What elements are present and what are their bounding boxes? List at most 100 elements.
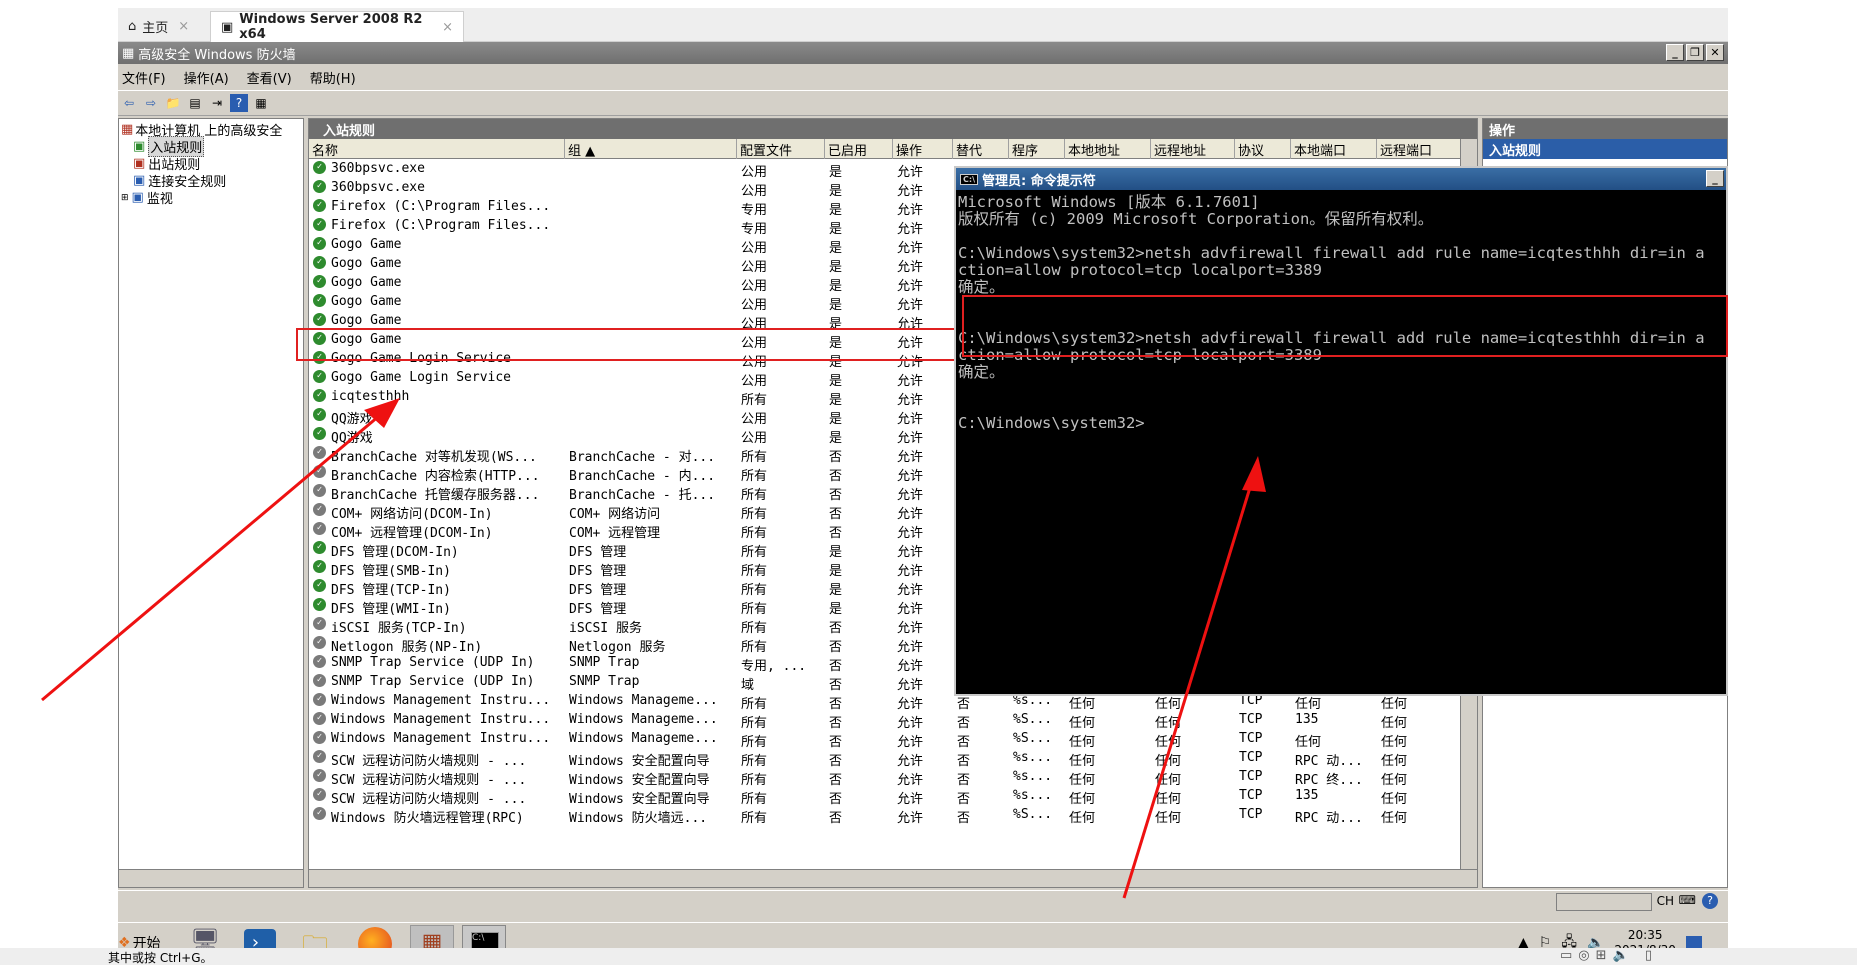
host-device-icons[interactable]: ▭◎⊞🔈 ▯ xyxy=(1560,948,1658,963)
vm-screen: ▦ 高级安全 Windows 防火墙 _ ❐ ✕ 文件(F) 操作(A) 查看(… xyxy=(118,42,1728,922)
cell-proto: TCP xyxy=(1239,712,1263,727)
tree-item-inbound[interactable]: ▣ 入站规则 xyxy=(133,136,205,157)
help-icon[interactable]: ? xyxy=(1702,893,1718,909)
col-enabled[interactable]: 已启用 xyxy=(825,139,893,159)
cell-profile: 公用 xyxy=(741,184,768,199)
cell-profile: 所有 xyxy=(741,621,768,636)
cell-profile: 专用 xyxy=(741,203,768,218)
enabled-check-icon: ✓ xyxy=(313,237,326,250)
cmd-line xyxy=(958,228,1724,245)
back-icon[interactable]: ⇦ xyxy=(120,94,138,112)
table-row[interactable]: ✓ SCW 远程访问防火墙规则 - ... Windows 安全配置向导 所有 否 允许 否… xyxy=(309,768,1477,788)
tree-item-outbound[interactable]: ▣ 出站规则 xyxy=(133,155,200,173)
cell-action: 允许 xyxy=(897,279,924,294)
enabled-check-icon: ✓ xyxy=(313,370,326,383)
enabled-check-icon: ✓ xyxy=(313,389,326,402)
cell-group: iSCSI 服务 xyxy=(569,621,642,636)
disabled-check-icon: ✓ xyxy=(313,788,326,801)
col-profile[interactable]: 配置文件 xyxy=(737,139,825,159)
tree-item-connection-security[interactable]: ▣ 连接安全规则 xyxy=(133,172,226,190)
cell-enabled: 是 xyxy=(829,545,843,560)
col-protocol[interactable]: 协议 xyxy=(1235,139,1291,159)
disabled-check-icon: ✓ xyxy=(313,446,326,459)
enabled-check-icon: ✓ xyxy=(313,541,326,554)
cell-name: SCW 远程访问防火墙规则 - ... xyxy=(331,773,527,788)
cell-action: 允许 xyxy=(897,602,924,617)
actions-section-inbound[interactable]: 入站规则 xyxy=(1483,139,1727,159)
col-local-port[interactable]: 本地端口 xyxy=(1291,139,1377,159)
enabled-check-icon: ✓ xyxy=(313,161,326,174)
expand-icon[interactable]: ⊞ xyxy=(121,193,129,203)
cell-name: QQ游戏 xyxy=(331,431,373,446)
cell-profile: 所有 xyxy=(741,602,768,617)
cell-enabled: 是 xyxy=(829,393,843,408)
up-folder-icon[interactable]: 📁 xyxy=(164,94,182,112)
col-group[interactable]: 组 ▲ xyxy=(565,139,737,159)
cell-name: DFS 管理(SMB-In) xyxy=(331,564,451,579)
cell-group: DFS 管理 xyxy=(569,602,627,617)
table-row[interactable]: ✓ Windows 防火墙远程管理(RPC) Windows 防火墙远... 所有 否 允… xyxy=(309,806,1477,826)
cell-group: Windows Manageme... xyxy=(569,731,718,746)
forward-icon[interactable]: ⇨ xyxy=(142,94,160,112)
close-button[interactable]: ✕ xyxy=(1706,44,1724,61)
keyboard-icon[interactable]: ⌨ xyxy=(1679,893,1696,907)
table-row[interactable]: ✓ Windows Management Instru... Windows Man… xyxy=(309,730,1477,750)
cell-lport: RPC 动... xyxy=(1295,754,1363,769)
col-name[interactable]: 名称 xyxy=(309,139,565,159)
col-program[interactable]: 程序 xyxy=(1009,139,1065,159)
close-icon[interactable]: × xyxy=(442,20,453,35)
cell-name: Gogo Game xyxy=(331,256,402,271)
cell-laddr: 任何 xyxy=(1069,716,1096,731)
cell-laddr: 任何 xyxy=(1069,792,1096,807)
help-icon[interactable]: ? xyxy=(230,94,248,112)
cell-group: Windows 防火墙远... xyxy=(569,811,708,826)
cmd-line xyxy=(958,398,1724,415)
disabled-check-icon: ✓ xyxy=(313,807,326,820)
cell-enabled: 否 xyxy=(829,659,843,674)
disabled-check-icon: ✓ xyxy=(313,712,326,725)
table-row[interactable]: ✓ SCW 远程访问防火墙规则 - ... Windows 安全配置向导 所有 否 允许 否… xyxy=(309,749,1477,769)
close-icon[interactable]: × xyxy=(178,19,189,34)
properties-icon[interactable]: ▦ xyxy=(252,94,270,112)
cell-action: 允许 xyxy=(897,469,924,484)
cell-group: DFS 管理 xyxy=(569,583,627,598)
cell-action: 允许 xyxy=(897,716,924,731)
enabled-check-icon: ✓ xyxy=(313,199,326,212)
menu-action[interactable]: 操作(A) xyxy=(184,68,229,87)
list-horizontal-scrollbar[interactable] xyxy=(309,869,1477,887)
menu-help[interactable]: 帮助(H) xyxy=(310,68,356,87)
cell-name: Netlogon 服务(NP-In) xyxy=(331,640,483,655)
table-row[interactable]: ✓ SCW 远程访问防火墙规则 - ... Windows 安全配置向导 所有 否 允许 否… xyxy=(309,787,1477,807)
cell-profile: 所有 xyxy=(741,564,768,579)
col-action[interactable]: 操作 xyxy=(893,139,953,159)
col-remote-address[interactable]: 远程地址 xyxy=(1151,139,1235,159)
table-row[interactable]: ✓ Windows Management Instru... Windows Man… xyxy=(309,711,1477,731)
cell-group: COM+ 远程管理 xyxy=(569,526,661,541)
restore-button[interactable]: ❐ xyxy=(1686,44,1704,61)
disabled-check-icon: ✓ xyxy=(313,674,326,687)
cmd-minimize-button[interactable]: _ xyxy=(1706,170,1724,187)
menu-file[interactable]: 文件(F) xyxy=(122,68,166,87)
tab-vm[interactable]: ▣ Windows Server 2008 R2 x64 × xyxy=(210,11,464,42)
cell-enabled: 否 xyxy=(829,811,843,826)
cell-action: 允许 xyxy=(897,507,924,522)
cell-rport: 任何 xyxy=(1381,716,1408,731)
cell-enabled: 否 xyxy=(829,450,843,465)
cmd-line: ction=allow protocol=tcp localport=3389 xyxy=(958,261,1322,279)
cell-group: BranchCache - 托... xyxy=(569,488,716,503)
cell-name: SCW 远程访问防火墙规则 - ... xyxy=(331,754,527,769)
cmd-output[interactable]: Microsoft Windows [版本 6.1.7601] 版权所有 (c) … xyxy=(956,190,1726,692)
actions-title: 操作 xyxy=(1483,119,1727,139)
minimize-button[interactable]: _ xyxy=(1666,44,1684,61)
tab-home[interactable]: ⌂ 主页 × xyxy=(118,11,208,42)
list-header: 名称 组 ▲ 配置文件 已启用 操作 替代 程序 本地地址 远程地址 协议 本地… xyxy=(309,139,1477,159)
tree-scrollbar[interactable] xyxy=(119,869,303,887)
language-indicator[interactable]: CH xyxy=(1657,894,1674,908)
col-override[interactable]: 替代 xyxy=(953,139,1009,159)
export-icon[interactable]: ⇥ xyxy=(208,94,226,112)
col-remote-port[interactable]: 远程端口 xyxy=(1377,139,1461,159)
col-local-address[interactable]: 本地地址 xyxy=(1065,139,1151,159)
menu-view[interactable]: 查看(V) xyxy=(247,68,292,87)
tree-item-monitor[interactable]: ⊞ ▣ 监视 xyxy=(121,189,173,207)
show-tree-icon[interactable]: ▤ xyxy=(186,94,204,112)
